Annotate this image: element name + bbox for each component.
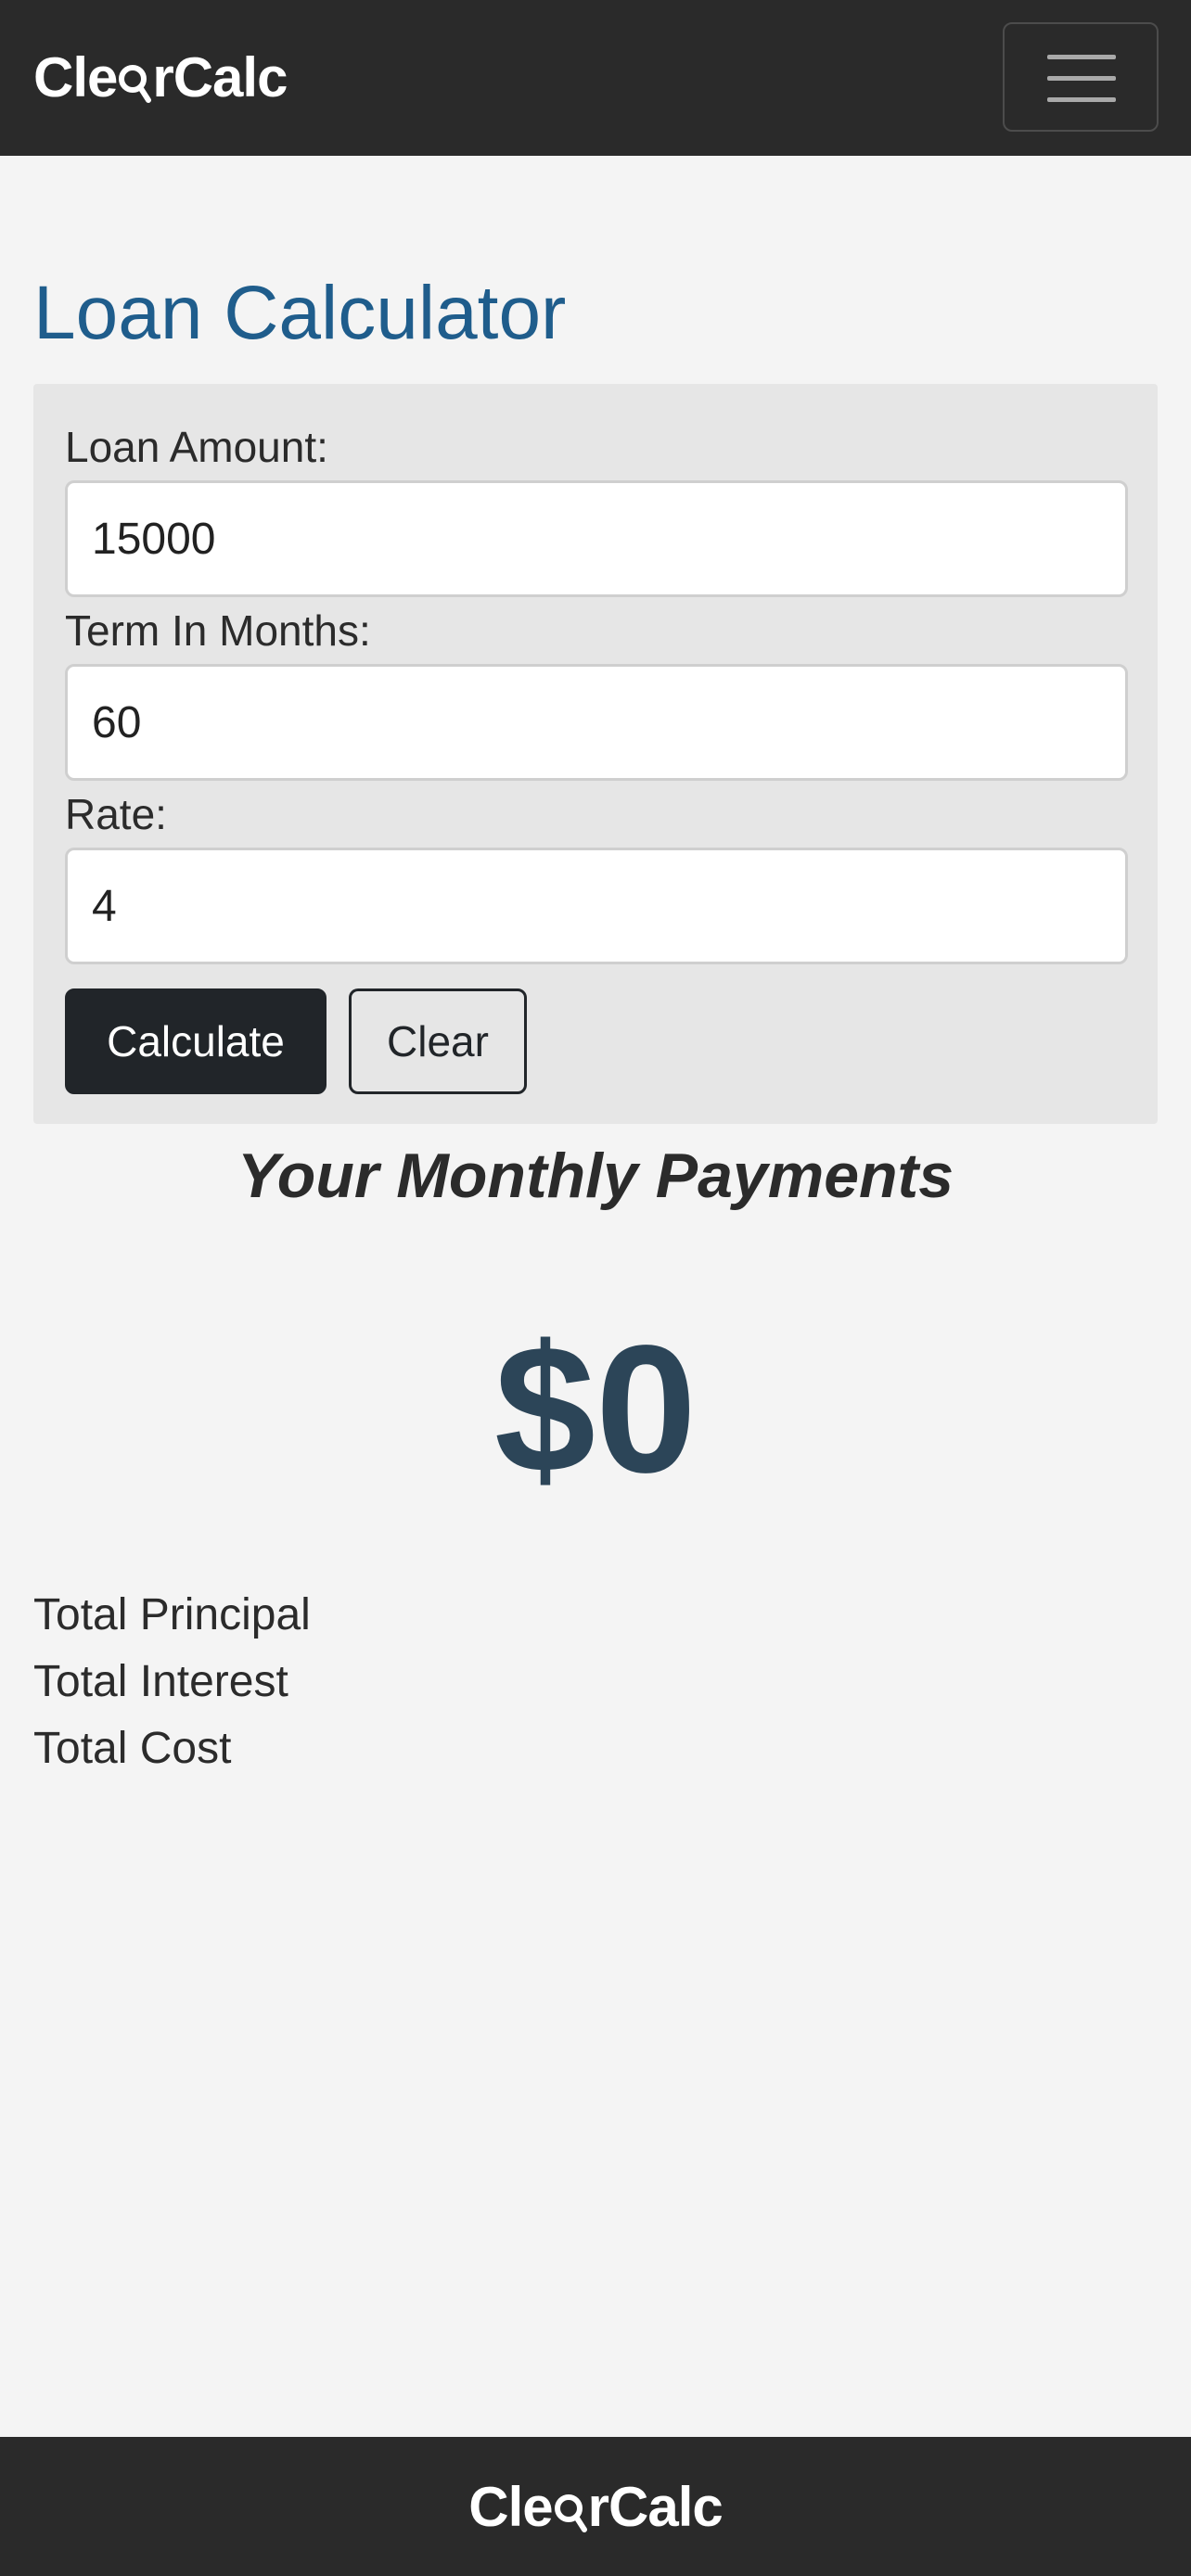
clear-button[interactable]: Clear xyxy=(349,988,527,1094)
monthly-payment-value: $0 xyxy=(493,1307,697,1511)
page: Cle rCalc Loan Calculator Loan Amount: T… xyxy=(0,0,1191,2576)
hamburger-menu-icon xyxy=(1047,55,1116,59)
footer: Cle rCalc xyxy=(0,2437,1191,2576)
magnifier-icon xyxy=(553,2480,588,2535)
hamburger-bar xyxy=(1047,76,1116,81)
results-heading: Your Monthly Payments xyxy=(237,1141,954,1211)
menu-toggle-button[interactable] xyxy=(1003,22,1159,132)
term-input[interactable] xyxy=(65,664,1128,781)
term-label: Term In Months: xyxy=(65,606,371,655)
magnifier-icon xyxy=(117,50,152,106)
footer-brand-text-prefix: Cle xyxy=(468,2476,553,2538)
footer-brand-text-suffix: rCalc xyxy=(587,2476,724,2538)
loan-amount-label: Loan Amount: xyxy=(65,423,328,471)
total-cost-label: Total Cost xyxy=(33,1724,232,1773)
calculate-button[interactable]: Calculate xyxy=(65,988,327,1094)
total-interest-label: Total Interest xyxy=(33,1657,288,1706)
page-title: Loan Calculator xyxy=(33,271,567,355)
rate-input[interactable] xyxy=(65,848,1128,964)
footer-brand-logo[interactable]: Cle rCalc xyxy=(0,2474,1191,2541)
brand-text-suffix: rCalc xyxy=(152,46,288,108)
rate-label: Rate: xyxy=(65,790,167,838)
loan-form: Loan Amount: Term In Months: Rate: Calcu… xyxy=(33,384,1158,1124)
brand-text-prefix: Cle xyxy=(33,46,118,108)
total-principal-label: Total Principal xyxy=(33,1590,311,1639)
loan-amount-input[interactable] xyxy=(65,480,1128,597)
top-navbar: Cle rCalc xyxy=(0,0,1191,156)
hamburger-bar xyxy=(1047,97,1116,102)
brand-logo[interactable]: Cle rCalc xyxy=(33,45,288,111)
